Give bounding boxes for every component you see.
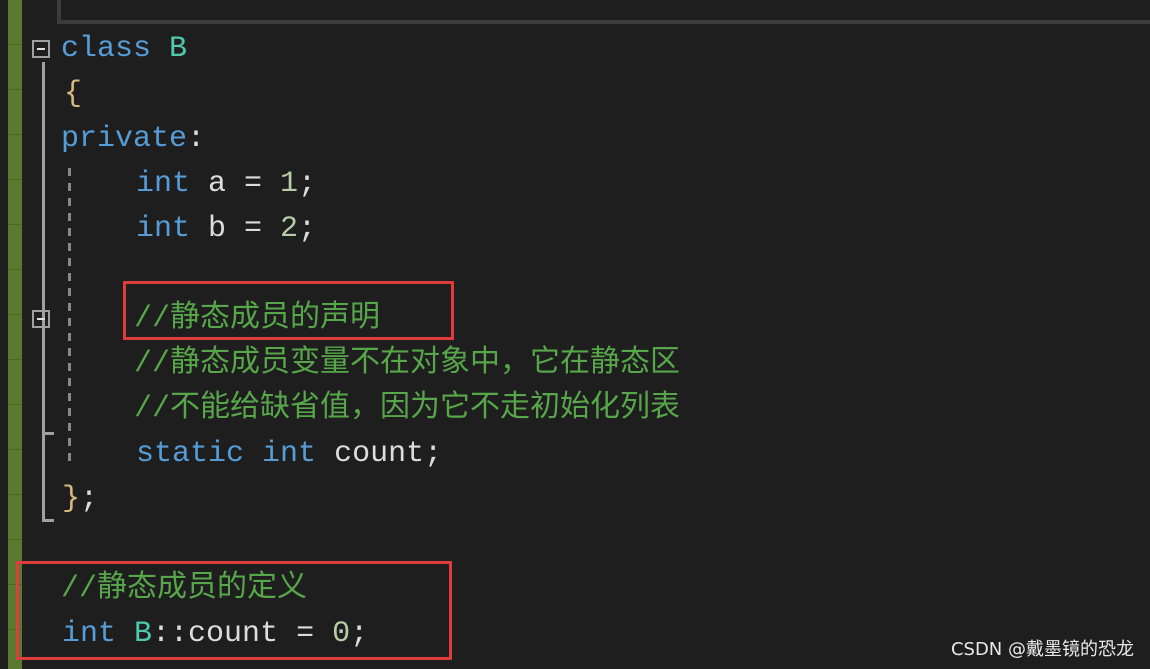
- previous-block-border: [57, 0, 1150, 24]
- fold-guide: [42, 62, 45, 522]
- comment-line[interactable]: //静态成员变量不在对象中，它在静态区: [134, 342, 680, 387]
- watermark: CSDN @戴墨镜的恐龙: [950, 639, 1134, 660]
- fold-guide-end: [42, 519, 54, 522]
- indent-guide: [68, 168, 71, 468]
- highlight-box-declaration: [123, 281, 454, 340]
- code-line[interactable]: class B: [61, 27, 187, 72]
- code-line[interactable]: int b = 2;: [136, 207, 316, 252]
- highlight-box-definition: [16, 561, 452, 660]
- fold-guide-end: [42, 432, 54, 435]
- code-line[interactable]: {: [64, 72, 82, 117]
- code-line[interactable]: private:: [61, 117, 205, 162]
- collapse-comment-icon[interactable]: [32, 310, 50, 328]
- code-line[interactable]: static int count;: [136, 432, 442, 477]
- comment-line[interactable]: //不能给缺省值，因为它不走初始化列表: [134, 387, 680, 432]
- collapse-class-icon[interactable]: [32, 40, 50, 58]
- code-line[interactable]: int a = 1;: [136, 162, 316, 207]
- code-line[interactable]: };: [62, 477, 98, 522]
